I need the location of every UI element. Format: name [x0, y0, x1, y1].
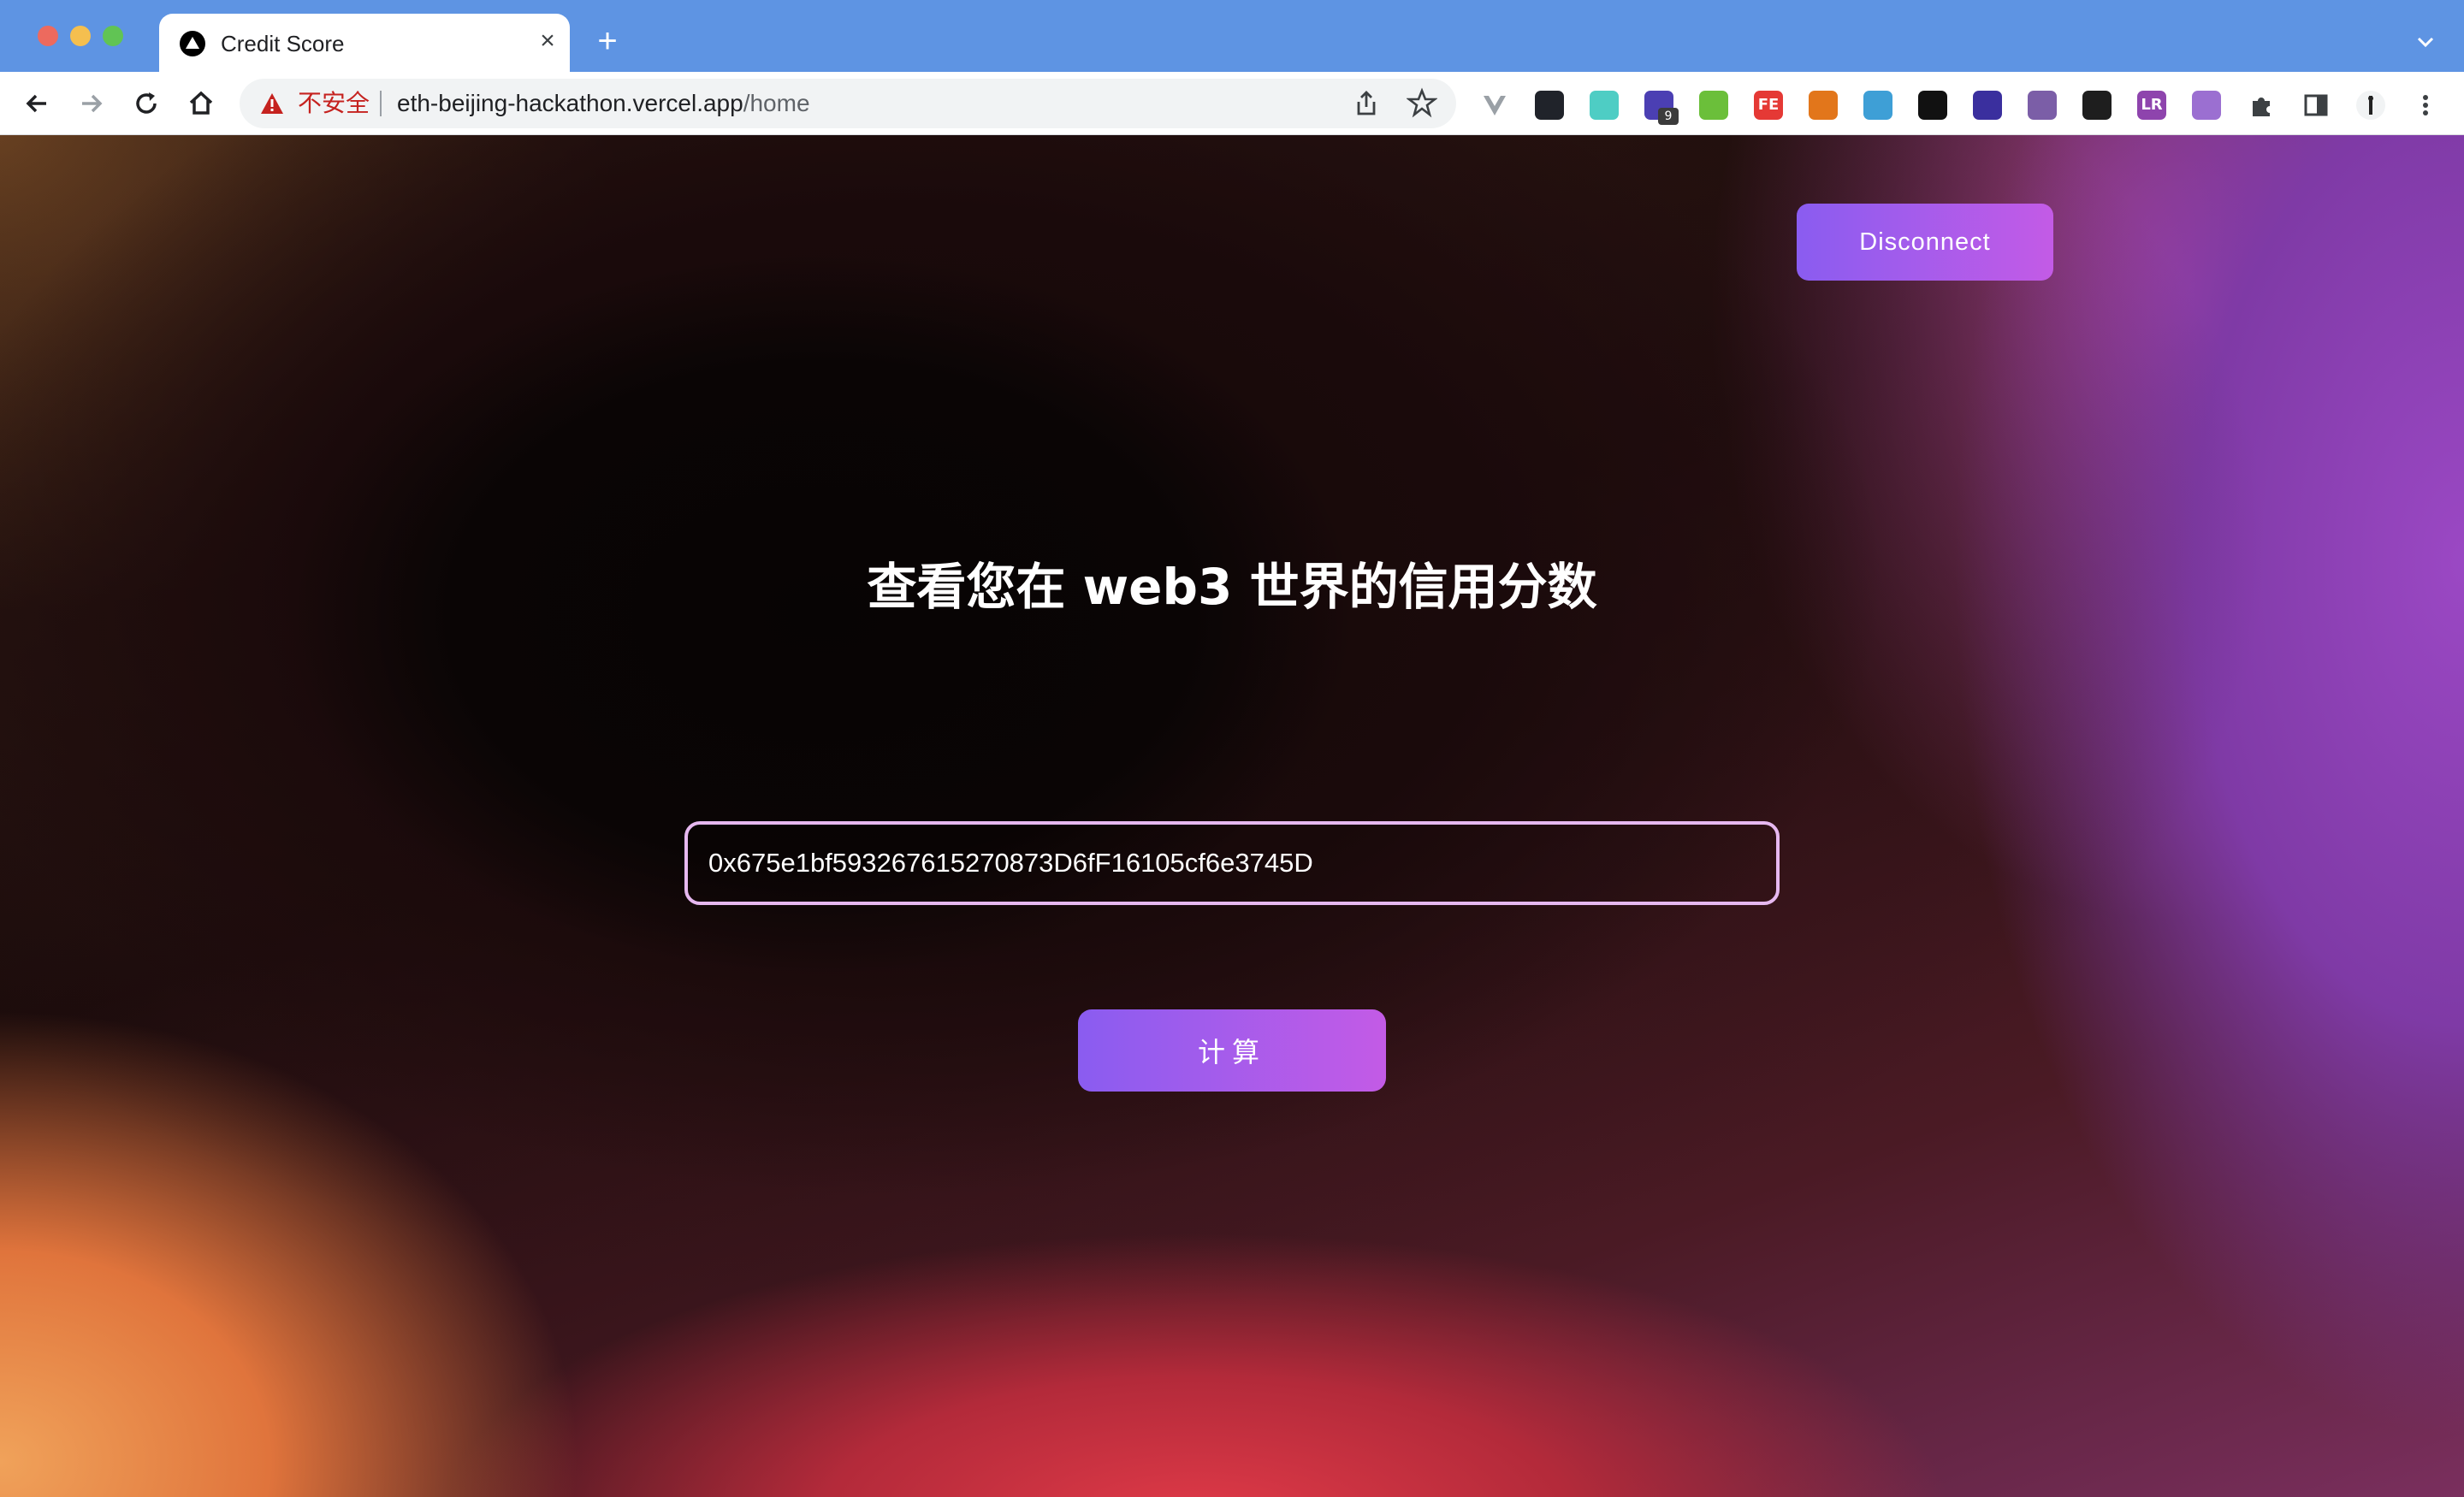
minimize-window-button[interactable]: [70, 26, 91, 46]
extension-lr-icon[interactable]: LR: [2137, 91, 2166, 120]
share-icon[interactable]: [1352, 89, 1381, 118]
bookmark-star-icon[interactable]: [1407, 87, 1437, 118]
tab-search-chevron-icon[interactable]: [2411, 27, 2440, 56]
extension-lr-label: LR: [2141, 96, 2163, 114]
extension-leaf-icon[interactable]: [1699, 91, 1728, 120]
extension-fe-icon[interactable]: FE: [1754, 91, 1783, 120]
favicon-triangle-icon: [180, 31, 205, 56]
omnibox-divider: [380, 91, 382, 116]
browser-title-bar: Credit Score × +: [0, 0, 2464, 72]
binance-wallet-icon[interactable]: [2082, 91, 2112, 120]
tab-close-icon[interactable]: ×: [532, 26, 563, 56]
extension-chat-icon[interactable]: [1973, 91, 2002, 120]
forward-arrow-icon[interactable]: [74, 86, 110, 121]
url-text[interactable]: eth-beijing-hackathon.vercel.app/home: [397, 89, 810, 118]
extension-wallet-icon[interactable]: [1863, 91, 1892, 120]
extension-orb-icon[interactable]: [2192, 91, 2221, 120]
profile-avatar-icon[interactable]: [2356, 91, 2385, 120]
vue-devtools-icon[interactable]: [1480, 91, 1509, 120]
browser-toolbar: 不安全 eth-beijing-hackathon.vercel.app/hom…: [0, 72, 2464, 135]
page-viewport: Disconnect 查看您在 web3 世界的信用分数 计算: [0, 135, 2464, 1497]
extension-dark-icon[interactable]: [1918, 91, 1947, 120]
back-arrow-icon[interactable]: [19, 86, 55, 121]
new-tab-button[interactable]: +: [590, 24, 625, 58]
url-path: /home: [743, 90, 810, 116]
url-host: eth-beijing-hackathon.vercel.app: [397, 90, 743, 116]
extension-swirl-icon[interactable]: [1590, 91, 1619, 120]
maximize-window-button[interactable]: [103, 26, 123, 46]
side-panel-icon[interactable]: [2301, 91, 2331, 120]
warning-icon: [261, 93, 283, 114]
home-icon[interactable]: [183, 86, 219, 121]
address-bar[interactable]: 不安全 eth-beijing-hackathon.vercel.app/hom…: [240, 79, 1456, 128]
tab-title: Credit Score: [221, 31, 345, 56]
disconnect-button[interactable]: Disconnect: [1797, 204, 2053, 281]
metamask-icon[interactable]: [1809, 91, 1838, 120]
reload-icon[interactable]: [128, 86, 164, 121]
calculate-button[interactable]: 计算: [1078, 1009, 1386, 1092]
page-heading: 查看您在 web3 世界的信用分数: [867, 558, 1597, 616]
extension-badge-count: 9: [1658, 108, 1679, 125]
security-status-label[interactable]: 不安全: [298, 89, 370, 118]
close-window-button[interactable]: [38, 26, 58, 46]
menu-more-icon[interactable]: [2411, 91, 2440, 120]
extensions-puzzle-icon[interactable]: [2247, 91, 2276, 120]
extension-fe-label: FE: [1757, 96, 1780, 114]
react-devtools-icon[interactable]: [1535, 91, 1564, 120]
tab-credit-score[interactable]: Credit Score ×: [159, 14, 570, 72]
openai-icon[interactable]: [2028, 91, 2057, 120]
wallet-address-input[interactable]: [684, 821, 1780, 905]
